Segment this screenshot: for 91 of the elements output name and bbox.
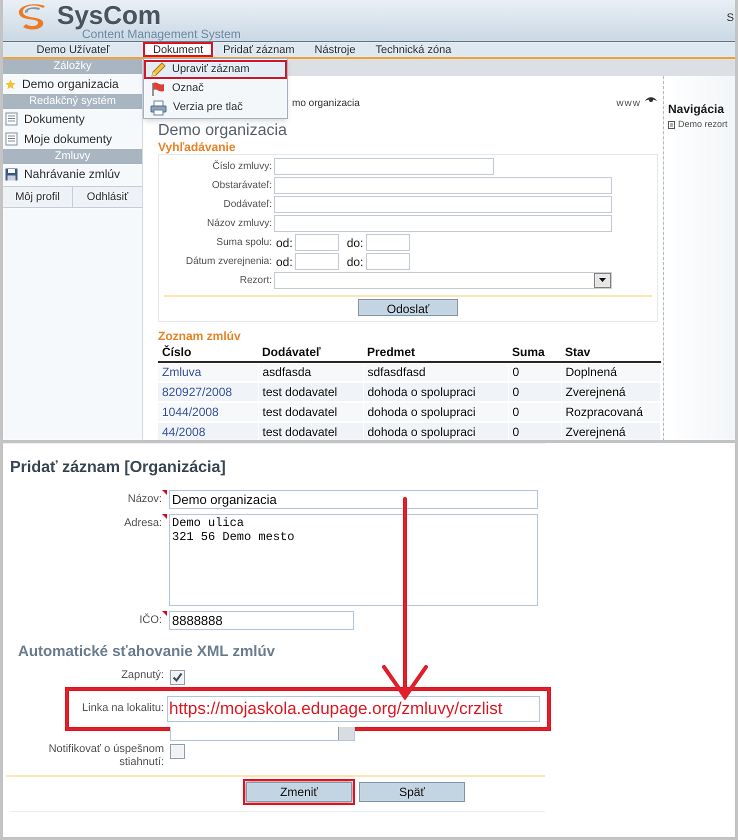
field-label: Notifikovať o úspešnom stiahnutí: bbox=[48, 742, 165, 768]
menu-item[interactable]: Pridať záznam bbox=[213, 42, 305, 57]
user-name: Demo Užívateľ bbox=[36, 43, 110, 57]
table-cell: 0 bbox=[508, 362, 561, 382]
header-text: S bbox=[726, 11, 734, 26]
sidebar-item[interactable]: Dokumenty bbox=[3, 109, 142, 129]
address-field[interactable]: Demo ulica 321 56 Demo mesto bbox=[169, 514, 538, 606]
link[interactable]: Zmluva bbox=[158, 362, 258, 382]
submit-button[interactable]: Odoslať bbox=[358, 299, 458, 316]
panel-title: Navigácia bbox=[668, 101, 726, 118]
column-header: Suma bbox=[508, 343, 561, 362]
field-label: IČO: bbox=[139, 612, 162, 628]
form-button[interactable]: Späť bbox=[359, 782, 465, 802]
checkbox[interactable] bbox=[170, 670, 185, 684]
column-header: Dodávateľ bbox=[258, 343, 363, 362]
field-label: Rezort: bbox=[238, 274, 273, 288]
field-label: Dátum zverejnenia: bbox=[184, 255, 273, 269]
link[interactable]: 820927/2008 bbox=[158, 382, 258, 402]
eye-icon[interactable] bbox=[644, 96, 658, 104]
section-title: Zoznam zmlúv bbox=[158, 329, 242, 343]
checkbox[interactable] bbox=[170, 744, 185, 758]
input-field[interactable] bbox=[274, 158, 494, 175]
menu-option[interactable]: Označ bbox=[144, 79, 287, 98]
table-cell: 0 bbox=[508, 382, 561, 402]
sidebar-button[interactable]: Odhlásiť bbox=[72, 187, 142, 207]
range-label: do: bbox=[346, 234, 364, 252]
table-cell: Doplnená bbox=[561, 362, 660, 382]
input-field[interactable] bbox=[274, 196, 612, 213]
field-label: Názov zmluvy: bbox=[206, 217, 273, 231]
form-title: Pridať záznam [Organizácia] bbox=[10, 458, 227, 478]
menu-item[interactable]: Nástroje bbox=[304, 42, 366, 57]
input-field[interactable] bbox=[294, 234, 339, 251]
range-label: od: bbox=[276, 234, 293, 252]
menu-item[interactable]: Dokument bbox=[143, 42, 214, 57]
menu-option[interactable]: Upraviť záznam bbox=[144, 60, 287, 79]
input-field[interactable] bbox=[274, 215, 612, 232]
table-cell: Zverejnená bbox=[561, 382, 660, 402]
dropdown-button[interactable] bbox=[338, 726, 354, 740]
field-label: Číslo zmluvy: bbox=[212, 159, 273, 174]
column-header: Stav bbox=[561, 343, 660, 362]
pencil-icon bbox=[150, 62, 166, 78]
field-label: Názov: bbox=[128, 492, 162, 507]
input-field[interactable] bbox=[366, 253, 410, 270]
sidebar-button[interactable]: Môj profil bbox=[3, 187, 72, 207]
table-cell: sdfasdfasd bbox=[363, 362, 508, 382]
section-header: Záložky bbox=[3, 59, 142, 74]
sidebar-item[interactable]: Moje dokumenty bbox=[3, 129, 142, 149]
table-cell: Rozpracovaná bbox=[561, 402, 660, 422]
table-cell: dohoda o spolupraci bbox=[363, 402, 508, 422]
field-label: Dodávateľ: bbox=[222, 198, 273, 212]
field-label: Adresa: bbox=[124, 516, 162, 531]
table-cell: dohoda o spolupraci bbox=[363, 382, 508, 402]
range-label: od: bbox=[276, 254, 293, 270]
field-label: Obstarávateľ: bbox=[210, 179, 273, 193]
column-header: Číslo bbox=[158, 343, 258, 362]
url-field[interactable]: https://mojaskola.edupage.org/zmluvy/crzlist bbox=[167, 696, 540, 722]
logo-title: SysCom bbox=[57, 0, 162, 30]
sidebar-item[interactable]: Demo organizacia bbox=[3, 74, 142, 94]
field-label: Linka na lokalitu: bbox=[81, 701, 165, 716]
section-title: Vyhľadávanie bbox=[158, 140, 237, 154]
sidebar-item[interactable]: Nahrávanie zmlúv bbox=[3, 164, 142, 184]
section-heading: Automatické sťahovanie XML zmlúv bbox=[18, 642, 276, 662]
field-label: Suma spolu: bbox=[215, 236, 273, 250]
nav-link[interactable]: Demo rezort bbox=[668, 118, 735, 132]
input-field[interactable] bbox=[274, 177, 612, 194]
field-label: Zapnutý: bbox=[120, 668, 165, 682]
input-field[interactable] bbox=[294, 253, 339, 270]
input-field[interactable]: Demo organizacia bbox=[169, 490, 538, 509]
menu-item[interactable]: Technická zóna bbox=[366, 42, 462, 57]
input-field[interactable] bbox=[366, 234, 410, 251]
logo-subtitle: Content Management System bbox=[82, 28, 241, 40]
select-field[interactable] bbox=[274, 272, 612, 289]
page-heading: Demo organizacia bbox=[158, 122, 288, 139]
section-header: Zmluvy bbox=[3, 149, 142, 164]
printer-icon bbox=[150, 100, 167, 116]
table-cell: asdfasda bbox=[258, 362, 363, 382]
star-icon bbox=[5, 78, 16, 90]
link[interactable]: 1044/2008 bbox=[158, 402, 258, 422]
table-cell: test dodavatel bbox=[258, 402, 363, 422]
range-label: do: bbox=[346, 254, 364, 270]
section-header: Redakčný systém bbox=[3, 94, 142, 109]
input-field[interactable]: 8888888 bbox=[169, 611, 354, 630]
flag-icon bbox=[150, 80, 166, 96]
document-icon bbox=[668, 120, 675, 129]
table-cell: 0 bbox=[508, 402, 561, 422]
menu-option[interactable]: Verzia pre tlač bbox=[144, 98, 287, 117]
column-header: Predmet bbox=[363, 343, 508, 362]
select-field[interactable] bbox=[170, 726, 355, 740]
table-cell: test dodavatel bbox=[258, 382, 363, 402]
www-label: www bbox=[616, 97, 641, 111]
breadcrumb-text: mo organizacia bbox=[292, 97, 360, 111]
